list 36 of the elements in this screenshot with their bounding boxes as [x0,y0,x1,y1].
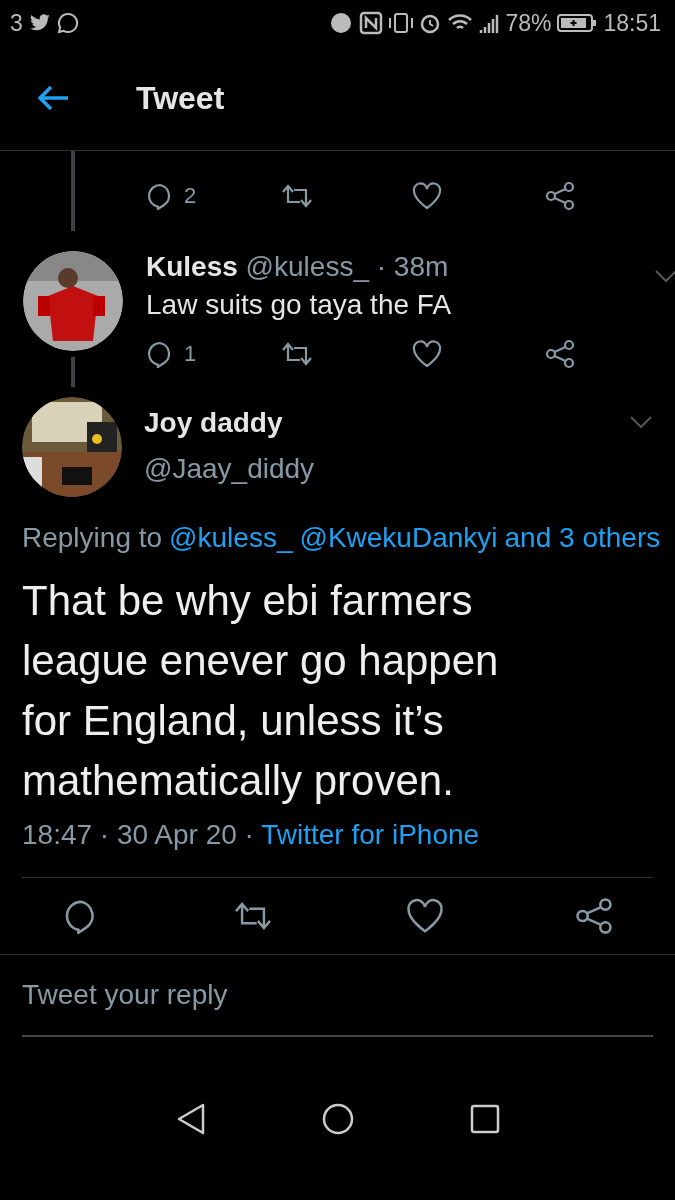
chevron-down-icon[interactable] [654,269,675,283]
replying-label: Replying to [22,522,163,553]
chat-bubble-icon [56,12,79,34]
like-button[interactable] [406,898,444,934]
source-link[interactable]: Twitter for iPhone [261,819,480,850]
share-icon [545,339,575,369]
reply-count: 1 [184,341,197,367]
reply-count: 2 [184,183,197,209]
back-triangle-icon[interactable] [175,1101,206,1136]
bird-icon [28,14,51,32]
battery-icon [557,13,598,33]
battery-percent: 78% [505,9,552,37]
tweet-text: That be why ebi farmers league enever go happen for England, unless it’s mathematically proven. [22,576,500,806]
reply-button[interactable]: 2 [146,182,279,210]
reply-button[interactable]: 1 [146,340,279,368]
share-button[interactable] [575,897,613,935]
author-handle: @Jaay_diddy [144,453,316,485]
retweet-icon [279,340,315,368]
heart-icon [412,182,442,210]
retweet-icon [279,182,315,210]
author-name: Joy daddy [144,407,284,439]
header-title: Tweet [136,79,225,117]
mention-link[interactable]: @KwekuDankyi [299,522,498,553]
mention-link[interactable]: and 3 others [504,522,661,553]
reply-author-line: Kuless @kuless_ · 38m [146,251,449,283]
reply-input[interactable]: Tweet your reply [22,955,653,1037]
home-circle-icon[interactable] [320,1101,355,1136]
chevron-down-icon[interactable] [629,415,653,429]
reply-text: Law suits go taya the FA [146,289,453,321]
clock: 18:51 [603,9,661,37]
recents-square-icon[interactable] [469,1103,500,1134]
heart-icon [412,340,442,368]
notification-count: 3 [10,9,23,37]
share-icon [545,181,575,211]
tweet-timestamp: 18:47 · 30 Apr 20 · [22,819,254,850]
mention-link[interactable]: @kuless_ [169,522,293,553]
